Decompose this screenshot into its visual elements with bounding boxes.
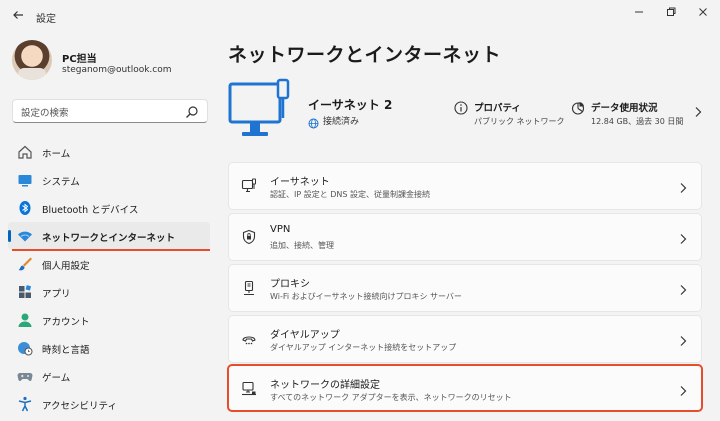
card-description: 認証、IP 設定と DNS 設定、従量制課金接続 [270, 190, 431, 199]
wifi-icon [17, 228, 33, 244]
chevron-right-icon [679, 382, 689, 396]
connection-summary: イーサネット 2 接続済み プロパティ パブリック ネットワーク データ使用状況… [228, 76, 708, 148]
sidebar-item-apps[interactable]: アプリ [8, 278, 210, 306]
search-icon[interactable] [185, 104, 199, 118]
dialup-icon [241, 331, 257, 347]
search-input[interactable]: 設定の検索 [12, 99, 208, 123]
sidebar-item-personalization[interactable]: 個人用設定 [8, 250, 210, 278]
active-indicator [8, 230, 11, 242]
properties-title: プロパティ [474, 103, 521, 114]
network-pc-icon [241, 381, 257, 397]
vpn-shield-icon [241, 229, 257, 245]
sidebar-item-label: システム [42, 177, 80, 188]
sidebar-nav: ホーム システム Bluetooth とデバイス ネットワークとインターネット … [8, 138, 210, 418]
sidebar-item-label: アカウント [42, 317, 90, 328]
card-description: すべてのネットワーク アダプターを表示、ネットワークのリセット [270, 393, 512, 402]
data-usage-title: データ使用状況 [591, 103, 658, 114]
home-icon [17, 144, 33, 160]
sidebar-item-label: アクセシビリティ [42, 401, 117, 412]
sidebar-item-bluetooth[interactable]: Bluetooth とデバイス [8, 194, 210, 222]
bluetooth-icon [17, 200, 33, 216]
sidebar-item-label: アプリ [42, 289, 71, 300]
title-bar: 設定 [0, 0, 720, 34]
gamepad-icon [17, 368, 33, 384]
chevron-right-icon[interactable] [694, 106, 702, 121]
sidebar-item-label: ネットワークとインターネット [42, 233, 176, 244]
search-placeholder: 設定の検索 [21, 108, 69, 119]
sidebar-item-label: 個人用設定 [42, 261, 90, 272]
sidebar-item-label: ホーム [42, 149, 71, 160]
ethernet-icon [241, 178, 257, 194]
connection-status: 接続済み [323, 117, 360, 127]
sidebar-item-home[interactable]: ホーム [8, 138, 210, 166]
account-icon [17, 312, 33, 328]
brush-icon [17, 256, 33, 272]
minimize-button[interactable] [628, 6, 650, 22]
chevron-right-icon [679, 281, 689, 295]
sidebar-item-system[interactable]: システム [8, 166, 210, 194]
back-arrow-icon[interactable] [8, 8, 28, 26]
properties-subtitle: パブリック ネットワーク [474, 117, 565, 126]
card-title: VPN [270, 224, 291, 235]
card-description: ダイヤルアップ インターネット接続をセットアップ [270, 343, 457, 352]
card-description: Wi-Fi およびイーサネット接続向けプロキシ サーバー [270, 292, 462, 301]
active-item-highlight [12, 249, 210, 251]
card-title: プロキシ [270, 279, 310, 290]
ethernet-pc-icon [228, 76, 300, 144]
sidebar-item-label: ゲーム [42, 373, 71, 384]
chevron-right-icon [679, 230, 689, 244]
close-button[interactable] [692, 6, 714, 22]
user-name: PC担当 [62, 54, 97, 65]
dialup-card[interactable]: ダイヤルアップ ダイヤルアップ インターネット接続をセットアップ [228, 315, 702, 363]
card-title: イーサネット [270, 177, 330, 188]
chevron-right-icon [679, 332, 689, 346]
globe-icon [308, 114, 319, 129]
vpn-card[interactable]: VPN 追加、接続、管理 [228, 213, 702, 261]
adapter-name: イーサネット 2 [308, 98, 393, 112]
card-title: ネットワークの詳細設定 [270, 380, 380, 391]
sidebar-item-accounts[interactable]: アカウント [8, 306, 210, 334]
chevron-right-icon [679, 179, 689, 193]
data-usage-subtitle: 12.84 GB、過去 30 日間 [591, 117, 684, 126]
sidebar-item-accessibility[interactable]: アクセシビリティ [8, 390, 210, 418]
avatar [12, 40, 52, 80]
accessibility-icon [17, 396, 33, 412]
proxy-icon [241, 280, 257, 296]
system-icon [17, 172, 33, 188]
sidebar-item-label: Bluetooth とデバイス [42, 205, 139, 216]
advanced-network-settings-card[interactable]: ネットワークの詳細設定 すべてのネットワーク アダプターを表示、ネットワークのリ… [227, 364, 703, 412]
apps-icon [17, 284, 33, 300]
ethernet-card[interactable]: イーサネット 認証、IP 設定と DNS 設定、従量制課金接続 [228, 162, 702, 210]
card-description: 追加、接続、管理 [270, 241, 334, 250]
user-profile[interactable]: PC担当 steganom@outlook.com [12, 40, 212, 84]
user-email: steganom@outlook.com [62, 65, 172, 75]
window-title: 設定 [36, 14, 56, 25]
maximize-button[interactable] [660, 6, 682, 22]
pie-chart-icon [571, 100, 585, 115]
page-title: ネットワークとインターネット [228, 44, 502, 66]
sidebar-item-time-language[interactable]: 時刻と言語 [8, 334, 210, 362]
info-icon [454, 100, 468, 115]
sidebar-item-gaming[interactable]: ゲーム [8, 362, 210, 390]
sidebar-item-label: 時刻と言語 [42, 345, 90, 356]
proxy-card[interactable]: プロキシ Wi-Fi およびイーサネット接続向けプロキシ サーバー [228, 264, 702, 312]
sidebar-item-network[interactable]: ネットワークとインターネット [8, 222, 210, 250]
card-title: ダイヤルアップ [270, 330, 340, 341]
globe-clock-icon [17, 340, 33, 356]
